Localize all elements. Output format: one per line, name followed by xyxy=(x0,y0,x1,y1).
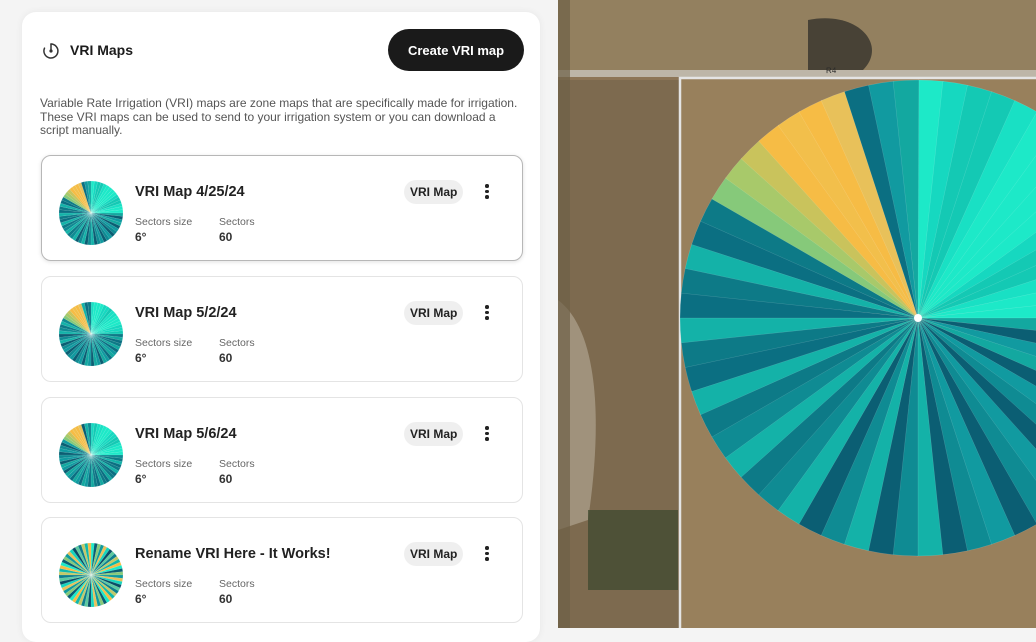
farmstead xyxy=(588,510,678,590)
field-top xyxy=(558,0,1036,72)
sectors-stat: Sectors 60 xyxy=(219,458,255,486)
vri-map-thumbnail xyxy=(58,180,124,246)
sectors-stat: Sectors 60 xyxy=(219,216,255,244)
vri-map-card[interactable]: VRI Map 4/25/24 Sectors size 6° Sectors … xyxy=(41,155,523,261)
kebab-menu-icon[interactable] xyxy=(480,303,494,323)
road-edge xyxy=(558,0,570,628)
kebab-menu-icon[interactable] xyxy=(480,544,494,564)
kebab-menu-icon[interactable] xyxy=(480,424,494,444)
sectors-stat: Sectors 60 xyxy=(219,578,255,606)
sectors-value: 60 xyxy=(219,592,233,606)
sectors-label: Sectors xyxy=(219,337,255,349)
vri-map-title: VRI Map 4/25/24 xyxy=(135,184,245,200)
vri-map-badge: VRI Map xyxy=(404,422,464,446)
vri-map-thumbnail xyxy=(58,301,124,367)
sectors-label: Sectors xyxy=(219,216,255,228)
sector-size-label: Sectors size xyxy=(135,216,193,228)
sector-size-value: 6° xyxy=(135,472,147,486)
sector-size-stat: Sectors size 6° xyxy=(135,337,192,365)
sectors-value: 60 xyxy=(219,351,233,365)
sector-size-value: 6° xyxy=(135,351,147,365)
road-label: R4 xyxy=(825,65,837,76)
sectors-stat: Sectors 60 xyxy=(219,337,255,365)
sectors-label: Sectors xyxy=(219,458,255,470)
sector-size-label: Sectors size xyxy=(135,458,193,470)
sectors-value: 60 xyxy=(219,472,233,486)
sector-size-label: Sectors size xyxy=(135,337,193,349)
vri-map-thumbnail xyxy=(58,542,124,608)
panel-description: Variable Rate Irrigation (VRI) maps are … xyxy=(40,96,518,137)
vri-map-title: VRI Map 5/2/24 xyxy=(135,305,237,321)
sector-size-stat: Sectors size 6° xyxy=(135,216,192,244)
create-vri-map-button[interactable]: Create VRI map xyxy=(388,29,524,71)
sectors-value: 60 xyxy=(219,230,233,244)
sector-size-value: 6° xyxy=(135,592,147,606)
vri-map-badge: VRI Map xyxy=(404,301,464,325)
sector-size-label: Sectors size xyxy=(135,578,193,590)
vri-map-card[interactable]: VRI Map 5/6/24 Sectors size 6° Sectors 6… xyxy=(41,397,523,503)
satellite-map[interactable]: R4 xyxy=(558,0,1036,628)
panel-header: VRI Maps Create VRI map xyxy=(22,12,540,86)
vri-map-badge: VRI Map xyxy=(404,542,464,566)
map-canvas[interactable] xyxy=(558,0,1036,628)
vri-map-title: Rename VRI Here - It Works! xyxy=(135,546,331,562)
kebab-menu-icon[interactable] xyxy=(480,182,494,202)
vri-map-title: VRI Map 5/6/24 xyxy=(135,426,237,442)
sector-size-stat: Sectors size 6° xyxy=(135,578,192,606)
irrigation-pivot-icon xyxy=(43,43,59,59)
sector-size-value: 6° xyxy=(135,230,147,244)
vri-maps-panel: VRI Maps Create VRI map Variable Rate Ir… xyxy=(22,12,540,642)
vri-map-card[interactable]: Rename VRI Here - It Works! Sectors size… xyxy=(41,517,523,623)
vri-map-badge: VRI Map xyxy=(404,180,464,204)
panel-title: VRI Maps xyxy=(70,42,134,58)
county-road xyxy=(558,70,1036,77)
vri-map-thumbnail xyxy=(58,422,124,488)
pivot-center-point xyxy=(914,314,922,322)
sector-size-stat: Sectors size 6° xyxy=(135,458,192,486)
vri-map-card[interactable]: VRI Map 5/2/24 Sectors size 6° Sectors 6… xyxy=(41,276,523,382)
sectors-label: Sectors xyxy=(219,578,255,590)
